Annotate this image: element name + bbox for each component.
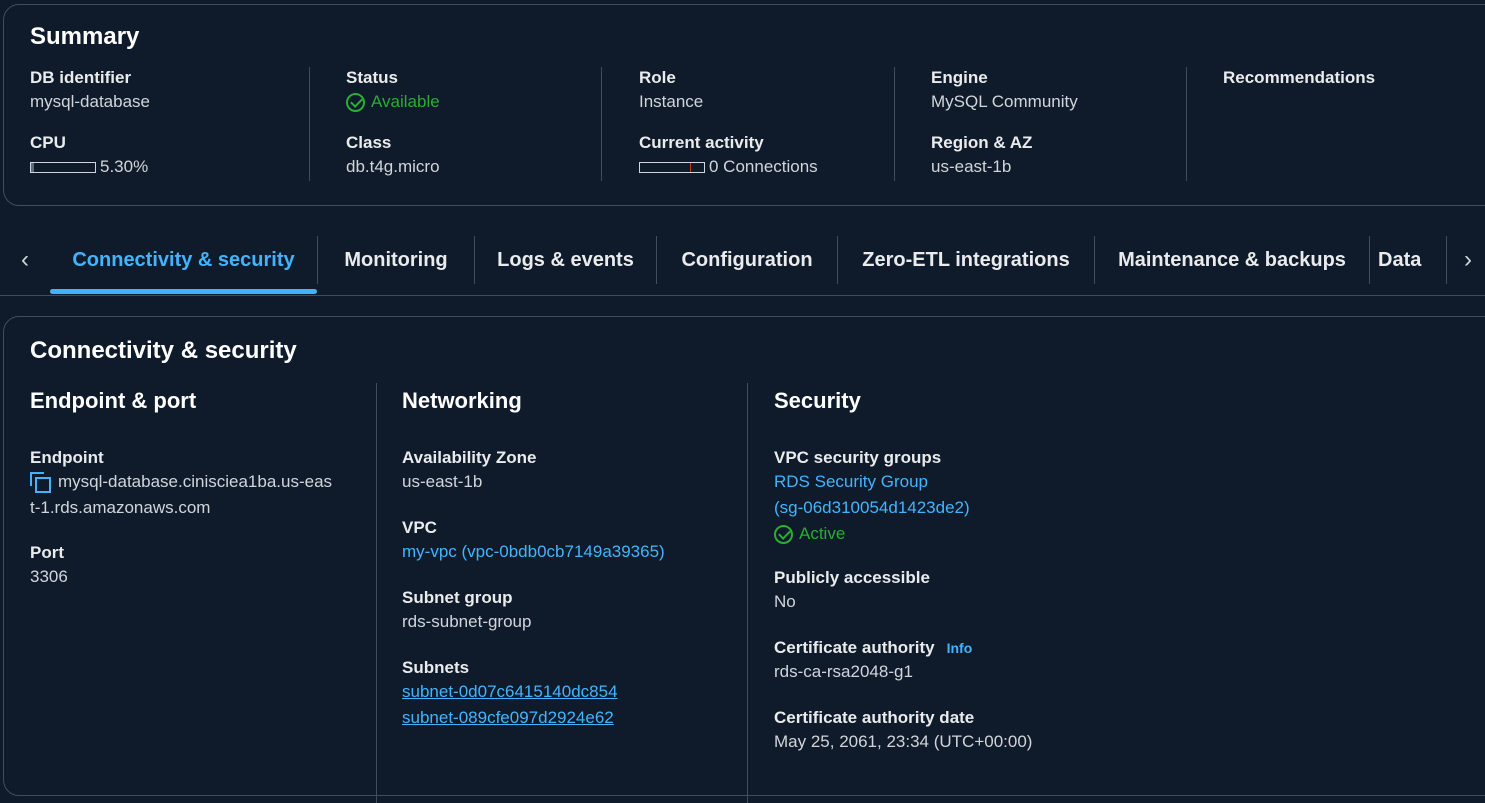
connectivity-panel: Connectivity & security Endpoint & port … [3,316,1485,803]
db-identifier-label: DB identifier [30,68,132,87]
summary-col-status: Status Available Class db.t4g.micro [346,67,602,181]
summary-panel: Summary DB identifier mysql-database CPU… [3,4,1485,206]
activity-meter-mark [690,163,691,173]
security-group-status-row: Active [774,521,845,547]
tab-scroll-left-icon[interactable]: ‹ [10,246,40,276]
copy-icon[interactable] [30,472,51,493]
tab-configuration[interactable]: Configuration [657,236,837,284]
engine-value: MySQL Community [931,92,1078,111]
summary-title: Summary [30,23,140,50]
status-value: Available [371,92,440,111]
availability-zone-value: us-east-1b [402,472,483,491]
region-value: us-east-1b [931,157,1012,176]
tab-zero-etl-integrations[interactable]: Zero-ETL integrations [838,236,1094,284]
summary-col-identifier: DB identifier mysql-database CPU 5.30% [30,67,310,181]
active-tab-indicator [50,289,317,294]
certificate-authority-label-row: Certificate authority Info [774,637,972,659]
certificate-authority-value: rds-ca-rsa2048-g1 [774,662,913,681]
endpoint-value-line1: mysql-database.cinisciea1ba.us-eas [30,469,332,495]
subnet-group-value: rds-subnet-group [402,612,532,631]
summary-col-recommendations: Recommendations [1223,67,1483,181]
security-column: Security VPC security groups RDS Securit… [774,383,1474,803]
db-identifier-value: mysql-database [30,92,151,111]
subnet-link[interactable]: subnet-0d07c6415140dc854 [402,679,618,705]
networking-column: Networking Availability Zone us-east-1b … [402,383,748,803]
activity-meter [639,162,705,174]
endpoint-port-heading: Endpoint & port [30,388,197,413]
status-value-row: Available [346,89,440,115]
info-link[interactable]: Info [947,640,973,656]
cpu-meter-fill [31,163,35,173]
vpc-label: VPC [402,518,437,537]
subnet-group-label: Subnet group [402,588,513,607]
cpu-label: CPU [30,133,66,152]
status-label: Status [346,68,398,87]
cpu-meter [30,162,96,174]
tab-logs-events[interactable]: Logs & events [475,236,656,284]
tab-divider [1446,236,1447,284]
subnets-label: Subnets [402,658,470,677]
summary-col-role: Role Instance Current activity 0 Connect… [639,67,895,181]
certificate-authority-label: Certificate authority [774,638,935,657]
role-value: Instance [639,92,704,111]
certificate-authority-date-label: Certificate authority date [774,708,975,727]
cpu-value-row: 5.30% [30,154,148,180]
endpoint-value-line2: t-1.rds.amazonaws.com [30,498,211,517]
vpc-security-groups-label: VPC security groups [774,448,942,467]
tab-divider [1369,236,1370,284]
class-label: Class [346,133,392,152]
networking-heading: Networking [402,388,522,413]
availability-zone-label: Availability Zone [402,448,537,467]
check-circle-icon [346,92,365,112]
tab-data[interactable]: Data [1378,236,1454,284]
security-group-status: Active [799,524,846,543]
port-value: 3306 [30,567,68,586]
security-group-link[interactable]: RDS Security Group [774,469,970,495]
security-group-id-link[interactable]: (sg-06d310054d1423de2) [774,495,970,521]
class-value: db.t4g.micro [346,157,440,176]
current-activity-row: 0 Connections [639,154,818,180]
tab-connectivity-security[interactable]: Connectivity & security [50,236,317,284]
certificate-authority-date-value: May 25, 2061, 23:34 (UTC+00:00) [774,732,1033,751]
engine-label: Engine [931,68,988,87]
endpoint-port-column: Endpoint & port Endpoint mysql-database.… [30,383,377,803]
recommendations-label: Recommendations [1223,68,1376,87]
security-heading: Security [774,388,861,413]
tab-maintenance-backups[interactable]: Maintenance & backups [1095,236,1369,284]
cpu-value: 5.30% [100,157,149,176]
port-label: Port [30,543,64,562]
current-activity-value: 0 Connections [709,157,818,176]
publicly-accessible-label: Publicly accessible [774,568,930,587]
tab-scroll-right-icon[interactable]: › [1453,246,1483,276]
tab-monitoring[interactable]: Monitoring [318,236,474,284]
region-label: Region & AZ [931,133,1033,152]
connectivity-title: Connectivity & security [30,337,297,364]
publicly-accessible-value: No [774,592,796,611]
subnet-link[interactable]: subnet-089cfe097d2924e62 [402,705,618,731]
check-circle-icon [774,524,793,544]
vpc-link[interactable]: my-vpc (vpc-0bdb0cb7149a39365) [402,539,665,565]
summary-col-engine: Engine MySQL Community Region & AZ us-ea… [931,67,1187,181]
tab-bar: ‹ Connectivity & security Monitoring Log… [0,226,1485,296]
current-activity-label: Current activity [639,133,764,152]
endpoint-value: mysql-database.cinisciea1ba.us-eas [58,472,333,491]
role-label: Role [639,68,676,87]
endpoint-label: Endpoint [30,448,104,467]
